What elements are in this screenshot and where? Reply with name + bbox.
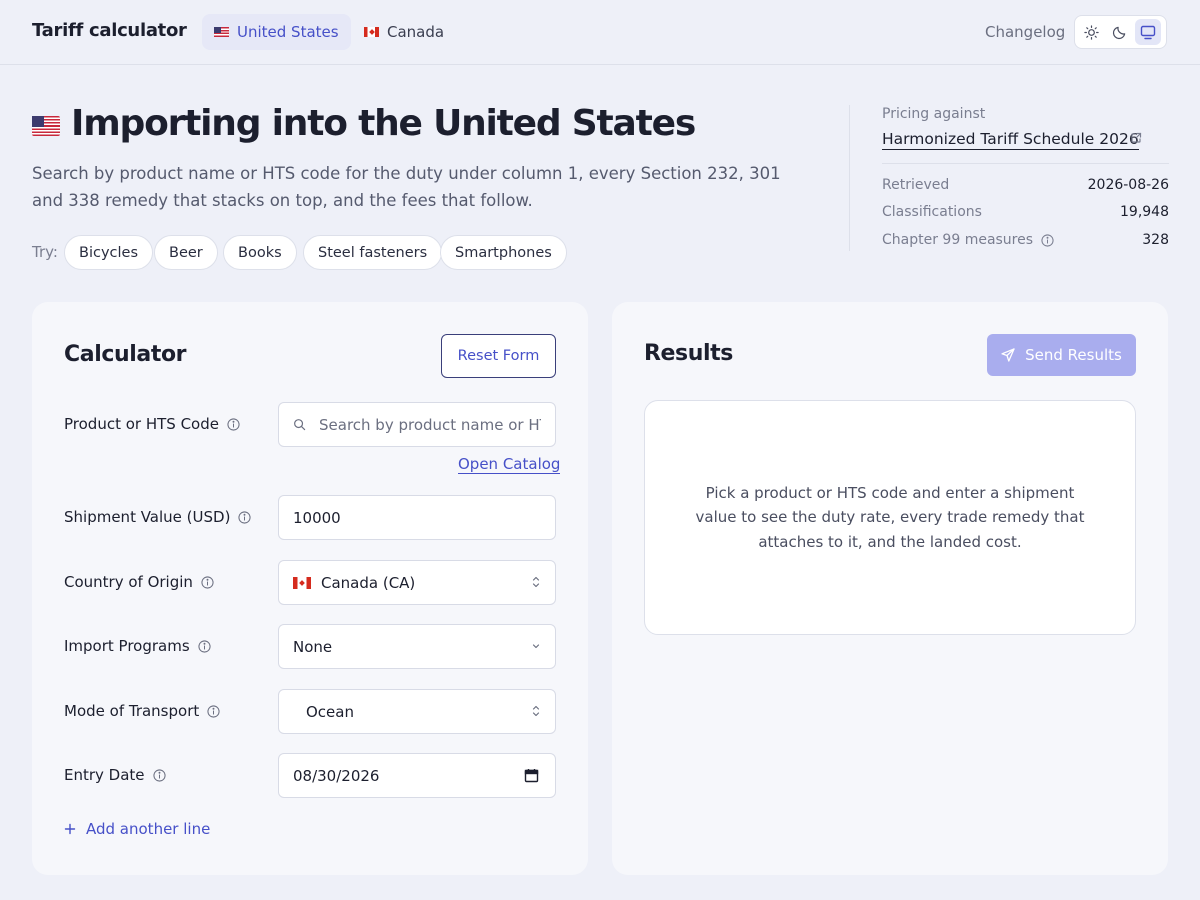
tab-label: Canada xyxy=(387,23,445,41)
pricing-label: Pricing against xyxy=(882,106,986,122)
shipment-value-label-text: Shipment Value (USD) xyxy=(64,508,231,526)
shipment-value-field xyxy=(278,495,556,540)
transport-value: Ocean xyxy=(306,702,354,721)
info-row-classifications: Classifications 19,948 xyxy=(882,204,1169,220)
info-value: 328 xyxy=(1142,232,1169,248)
tab-canada[interactable]: Canada xyxy=(352,14,456,50)
tab-label: United States xyxy=(237,23,339,41)
info-row-retrieved: Retrieved 2026-08-26 xyxy=(882,177,1169,193)
page-title: Importing into the United States xyxy=(71,103,696,144)
info-value: 2026-08-26 xyxy=(1087,177,1169,193)
open-catalog-link[interactable]: Open Catalog xyxy=(458,455,561,474)
transport-label-text: Mode of Transport xyxy=(64,702,200,720)
product-label-text: Product or HTS Code xyxy=(64,415,219,433)
info-icon[interactable] xyxy=(1041,233,1054,247)
schedule-link[interactable]: Harmonized Tariff Schedule 2026 xyxy=(882,130,1139,150)
search-icon xyxy=(294,419,306,431)
tab-united-states[interactable]: United States xyxy=(202,14,351,50)
send-results-label: Send Results xyxy=(1025,346,1122,364)
info-icon[interactable] xyxy=(198,639,211,653)
changelog-link[interactable]: Changelog xyxy=(985,23,1065,41)
example-chip-steel-fasteners[interactable]: Steel fasteners xyxy=(303,235,443,270)
transport-select[interactable]: Ocean xyxy=(278,689,556,734)
send-results-button[interactable]: Send Results xyxy=(987,334,1136,376)
product-search-field xyxy=(278,402,556,447)
theme-switcher xyxy=(1074,15,1167,49)
schedule-info-panel: Pricing against Harmonized Tariff Schedu… xyxy=(849,105,1169,251)
chevron-down-icon xyxy=(532,644,540,649)
programs-value: None xyxy=(293,637,333,656)
theme-dark-button[interactable] xyxy=(1106,19,1132,45)
info-icon[interactable] xyxy=(152,768,166,782)
origin-label: Country of Origin xyxy=(64,573,214,591)
info-label: Retrieved xyxy=(882,177,950,193)
top-bar: Tariff calculator United States Canada C… xyxy=(0,0,1200,65)
calendar-icon[interactable] xyxy=(524,768,539,783)
reset-form-button[interactable]: Reset Form xyxy=(441,334,556,378)
shipment-value-label: Shipment Value (USD) xyxy=(64,508,252,526)
programs-label-text: Import Programs xyxy=(64,637,190,655)
origin-select[interactable]: Canada (CA) xyxy=(278,560,556,605)
info-value: 19,948 xyxy=(1120,204,1169,220)
plus-icon xyxy=(64,823,76,835)
info-label: Classifications xyxy=(882,204,982,220)
product-label: Product or HTS Code xyxy=(64,415,240,433)
entry-date-label-text: Entry Date xyxy=(64,766,145,784)
programs-select[interactable]: None xyxy=(278,624,556,669)
chevron-up-down-icon xyxy=(532,576,540,588)
calculator-card: Calculator Reset Form Product or HTS Cod… xyxy=(32,302,588,875)
transport-label: Mode of Transport xyxy=(64,702,220,720)
origin-value: Canada (CA) xyxy=(321,573,416,592)
entry-date-field[interactable]: 08/30/2026 xyxy=(278,753,556,798)
chevron-up-down-icon xyxy=(532,705,540,717)
divider xyxy=(882,163,1169,164)
results-title: Results xyxy=(644,341,733,366)
results-empty-state: Pick a product or HTS code and enter a s… xyxy=(644,400,1136,635)
info-icon[interactable] xyxy=(238,510,252,524)
example-chip-bicycles[interactable]: Bicycles xyxy=(64,235,154,270)
empty-state-message: Pick a product or HTS code and enter a s… xyxy=(695,483,1085,551)
add-line-label: Add another line xyxy=(86,820,211,838)
programs-label: Import Programs xyxy=(64,637,211,655)
info-label-wrap: Chapter 99 measures xyxy=(882,232,1054,248)
info-icon[interactable] xyxy=(207,704,220,718)
us-flag-icon xyxy=(32,116,60,136)
info-icon[interactable] xyxy=(201,575,214,589)
sun-icon xyxy=(1083,24,1099,40)
example-chip-smartphones[interactable]: Smartphones xyxy=(440,235,567,270)
send-icon xyxy=(1001,348,1015,362)
entry-date-label: Entry Date xyxy=(64,766,166,784)
results-card: Results Send Results Pick a product or H… xyxy=(612,302,1168,875)
theme-system-button[interactable] xyxy=(1134,19,1161,45)
canada-flag-icon xyxy=(293,576,311,589)
info-icon[interactable] xyxy=(227,417,240,431)
monitor-icon xyxy=(1140,25,1156,39)
add-line-button[interactable]: Add another line xyxy=(64,820,210,838)
example-chip-beer[interactable]: Beer xyxy=(154,235,218,270)
canada-flag-icon xyxy=(364,27,379,37)
moon-icon xyxy=(1112,26,1126,39)
product-search-input[interactable] xyxy=(319,415,541,434)
info-row-chapter-99: Chapter 99 measures 328 xyxy=(882,232,1169,248)
example-chip-books[interactable]: Books xyxy=(223,235,297,270)
entry-date-value: 08/30/2026 xyxy=(293,766,380,785)
info-label: Chapter 99 measures xyxy=(882,232,1034,248)
page-description: Search by product name or HTS code for t… xyxy=(32,164,781,210)
origin-label-text: Country of Origin xyxy=(64,573,193,591)
brand-title[interactable]: Tariff calculator xyxy=(32,20,187,41)
try-label: Try: xyxy=(32,243,58,261)
shipment-value-input[interactable] xyxy=(293,508,541,527)
us-flag-icon xyxy=(214,27,229,37)
calculator-title: Calculator xyxy=(64,342,187,367)
theme-light-button[interactable] xyxy=(1078,19,1104,45)
external-link-icon[interactable] xyxy=(1130,132,1142,144)
